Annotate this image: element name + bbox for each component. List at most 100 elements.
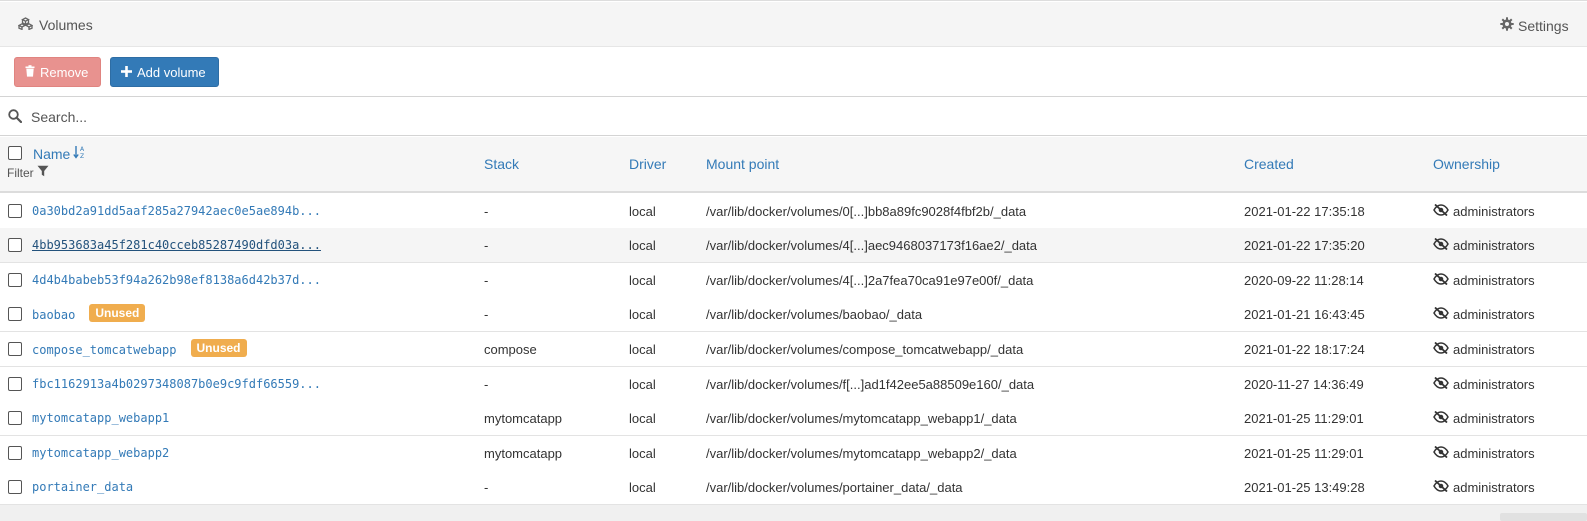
volume-name-link[interactable]: mytomcatapp_webapp1 xyxy=(32,411,169,425)
column-name-label: Name xyxy=(33,145,71,162)
row-checkbox[interactable] xyxy=(8,377,22,391)
driver-cell: local xyxy=(629,377,656,392)
stack-cell: - xyxy=(484,377,489,392)
stack-cell: - xyxy=(484,204,489,219)
settings-label: Settings xyxy=(1518,17,1569,34)
volume-name: 4d4b4babeb53f94a262b98ef8138a6d42b37d... xyxy=(32,273,321,287)
mount-point-cell: /var/lib/docker/volumes/mytomcatapp_weba… xyxy=(706,446,1017,461)
ownership-label: administrators xyxy=(1453,307,1535,322)
driver-cell: local xyxy=(629,238,656,253)
driver-cell: local xyxy=(629,204,656,219)
mount-point-cell: /var/lib/docker/volumes/4[...]aec9468037… xyxy=(706,238,1038,253)
panel-title: Volumes xyxy=(17,17,93,33)
table-row: mytomcatapp_webapp2 mytomcatapp local/var/… xyxy=(0,436,1587,471)
volume-name-link[interactable]: mytomcatapp_webapp2 xyxy=(32,446,169,460)
stack-cell: mytomcatapp xyxy=(484,446,563,461)
mount-point-cell: /var/lib/docker/volumes/mytomcatapp_weba… xyxy=(706,411,1017,426)
row-checkbox[interactable] xyxy=(8,411,22,425)
row-checkbox[interactable] xyxy=(8,480,22,494)
search-input[interactable] xyxy=(31,106,1531,128)
created-cell: 2021-01-22 17:35:18 xyxy=(1244,204,1365,219)
ownership-cell: administrators xyxy=(1433,376,1535,392)
unused-badge: Unused xyxy=(190,339,247,357)
row-checkbox[interactable] xyxy=(8,342,22,356)
volume-name-link[interactable]: portainer_data xyxy=(32,480,133,494)
select-all-checkbox[interactable] xyxy=(8,146,22,160)
stack-cell: - xyxy=(484,307,489,322)
ownership-label: administrators xyxy=(1453,238,1535,253)
driver-cell: local xyxy=(629,411,656,426)
stack-cell: compose xyxy=(484,342,537,357)
mount-point-cell: /var/lib/docker/volumes/f[...]ad1f42ee5a… xyxy=(706,377,1035,392)
table-row: baobao Unused - local/var/lib/docker/volume… xyxy=(0,297,1587,332)
panel-header: Volumes Settings xyxy=(0,2,1587,47)
remove-button[interactable]: Remove xyxy=(14,57,101,87)
ownership-cell: administrators xyxy=(1433,410,1535,426)
created-cell: 2020-09-22 11:28:14 xyxy=(1244,273,1364,288)
eye-slash-icon xyxy=(1433,237,1449,253)
table-row: fbc1162913a4b0297348087b0e9c9fdf66559...… xyxy=(0,367,1587,402)
ownership-label: administrators xyxy=(1453,273,1535,288)
row-checkbox[interactable] xyxy=(8,273,22,287)
plus-icon xyxy=(121,65,132,80)
volume-name: baobao xyxy=(32,307,76,322)
column-header-mount-point[interactable]: Mount point xyxy=(706,156,779,172)
row-checkbox[interactable] xyxy=(8,238,22,252)
volume-name-link[interactable]: 0a30bd2a91dd5aaf285a27942aec0e5ae894b... xyxy=(32,204,321,218)
stack-cell: - xyxy=(484,273,489,288)
filter-icon xyxy=(37,165,49,180)
eye-slash-icon xyxy=(1433,445,1449,461)
volume-name: mytomcatapp_webapp1 xyxy=(32,411,170,425)
filter-label: Filter xyxy=(7,165,34,180)
ownership-cell: administrators xyxy=(1433,341,1535,357)
svg-text:Z: Z xyxy=(80,153,84,159)
ownership-label: administrators xyxy=(1453,446,1535,461)
volumes-panel: Volumes Settings Remove Add volume Searc… xyxy=(0,0,1587,505)
add-volume-label: Add volume xyxy=(137,64,206,80)
created-cell: 2021-01-25 11:29:01 xyxy=(1244,446,1364,461)
table-header: Name A Z Filter Stack Driver Mount point… xyxy=(0,137,1587,193)
column-header-created[interactable]: Created xyxy=(1244,156,1294,172)
ownership-cell: administrators xyxy=(1433,479,1535,495)
actions-bar: Remove Add volume xyxy=(0,47,1587,97)
volume-name-link[interactable]: 4bb953683a45f281c40cceb85287490dfd03a... xyxy=(32,238,321,252)
add-volume-button[interactable]: Add volume xyxy=(110,57,219,87)
gear-icon xyxy=(1500,17,1514,34)
row-checkbox[interactable] xyxy=(8,446,22,460)
svg-text:A: A xyxy=(80,146,85,153)
eye-slash-icon xyxy=(1433,479,1449,495)
volume-name-link[interactable]: 4d4b4babeb53f94a262b98ef8138a6d42b37d... xyxy=(32,273,321,287)
volume-name: compose_tomcatwebapp xyxy=(32,342,177,357)
ownership-label: administrators xyxy=(1453,342,1535,357)
mount-point-cell: /var/lib/docker/volumes/4[...]2a7fea70ca… xyxy=(706,273,1034,288)
settings-button[interactable]: Settings xyxy=(1500,17,1569,34)
driver-cell: local xyxy=(629,273,656,288)
horizontal-scrollbar[interactable] xyxy=(1500,513,1587,521)
column-header-ownership[interactable]: Ownership xyxy=(1433,156,1500,172)
column-header-driver[interactable]: Driver xyxy=(629,156,666,172)
row-checkbox[interactable] xyxy=(8,307,22,321)
volume-name-link[interactable]: baobao Unused xyxy=(32,304,146,322)
name-filter[interactable]: Filter xyxy=(7,165,49,180)
page-title: Volumes xyxy=(39,17,93,33)
volume-name-link[interactable]: fbc1162913a4b0297348087b0e9c9fdf66559... xyxy=(32,377,321,391)
mount-point-cell: /var/lib/docker/volumes/0[...]bb8a89fc90… xyxy=(706,204,1027,219)
search-bar xyxy=(0,98,1587,136)
volume-name-link[interactable]: compose_tomcatwebapp Unused xyxy=(32,339,247,357)
row-checkbox[interactable] xyxy=(8,204,22,218)
ownership-label: administrators xyxy=(1453,377,1535,392)
ownership-cell: administrators xyxy=(1433,445,1535,461)
ownership-label: administrators xyxy=(1453,204,1535,219)
eye-slash-icon xyxy=(1433,376,1449,392)
column-header-name[interactable]: Name A Z xyxy=(33,145,87,162)
driver-cell: local xyxy=(629,307,656,322)
column-header-stack[interactable]: Stack xyxy=(484,156,519,172)
created-cell: 2020-11-27 14:36:49 xyxy=(1244,377,1364,392)
table-row: 4bb953683a45f281c40cceb85287490dfd03a...… xyxy=(0,228,1587,263)
mount-point-cell: /var/lib/docker/volumes/portainer_data/_… xyxy=(706,480,963,495)
volume-name: fbc1162913a4b0297348087b0e9c9fdf66559... xyxy=(32,377,321,391)
table-row: compose_tomcatwebapp Unused compose local/v… xyxy=(0,332,1587,367)
mount-point-cell: /var/lib/docker/volumes/compose_tomcatwe… xyxy=(706,342,1024,357)
volume-name: portainer_data xyxy=(32,480,134,494)
volume-name: 0a30bd2a91dd5aaf285a27942aec0e5ae894b... xyxy=(32,204,321,218)
